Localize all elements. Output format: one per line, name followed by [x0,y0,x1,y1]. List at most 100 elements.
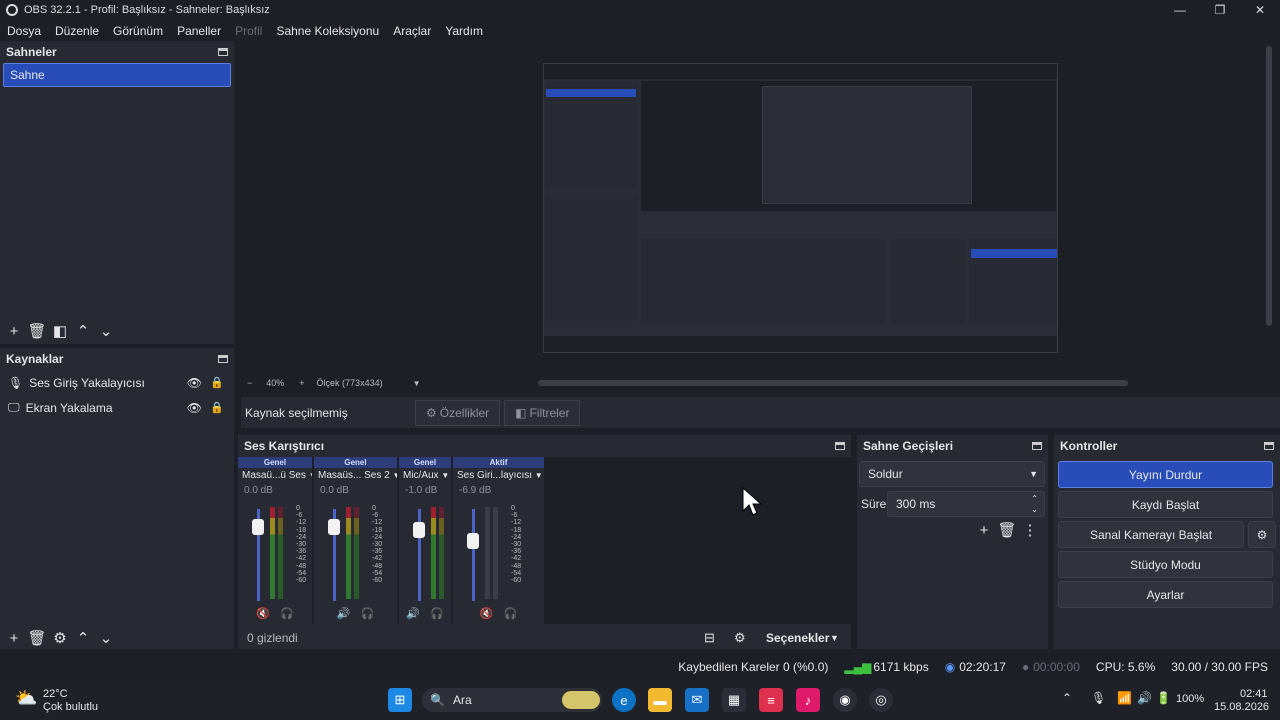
options-button[interactable]: Seçenekler [766,631,829,645]
chevron-down-icon[interactable]: ▼ [392,471,397,480]
source-item-screen-capture[interactable]: 🖵 Ekran Yakalama 👁 🔒 [0,395,234,420]
menu-araclar[interactable]: Araçlar [393,24,431,38]
volume-fader-knob[interactable] [413,521,425,538]
filters-button[interactable]: ◧ Filtreler [504,399,581,426]
remove-transition-button[interactable]: 🗑 [996,519,1018,541]
zoom-in-button[interactable]: + [299,378,304,388]
minimize-button[interactable]: — [1160,0,1200,20]
microphone-tray-icon[interactable]: 🎙 [1091,691,1106,705]
menu-dosya[interactable]: Dosya [7,24,41,38]
menu-sahne-koleksiyonu[interactable]: Sahne Koleksiyonu [276,24,379,38]
obs-taskbar-icon[interactable]: ◎ [869,688,893,712]
taskbar-search-box[interactable]: 🔍 Ara [422,688,602,712]
chevron-down-icon[interactable]: ▼ [535,471,543,480]
outlook-icon[interactable]: ✉ [685,688,709,712]
file-explorer-icon[interactable]: ▬ [648,688,672,712]
app-icon[interactable]: ≡ [759,688,783,712]
volume-fader-track[interactable] [472,509,475,601]
monitor-headphone-icon[interactable]: 🎧 [430,607,444,620]
channel-name[interactable]: Masaüs... Ses 2 ▼ [314,468,397,484]
scene-item[interactable]: Sahne [3,63,231,87]
source-properties-gear-icon[interactable]: ⚙ [49,627,71,649]
wifi-icon[interactable]: 📶 [1117,691,1132,705]
channel-name[interactable]: Ses Giri...layıcısı ▼ [453,468,544,484]
chevron-down-icon[interactable]: ▼ [441,471,449,480]
speaker-icon[interactable]: 🔊 [337,607,351,620]
duration-spinbox[interactable]: 300 ms ⌃ ⌄ [887,491,1045,517]
chrome-icon[interactable]: ◉ [833,688,857,712]
channel-name[interactable]: Mic/Aux ▼ [399,468,451,484]
settings-button[interactable]: Ayarlar [1058,581,1273,608]
remove-source-button[interactable]: 🗑 [26,627,48,649]
menu-yardim[interactable]: Yardım [445,24,483,38]
stepper-icon[interactable]: ⌃ ⌄ [1031,493,1038,515]
channel-name[interactable]: Masaü...ü Ses ▼ [238,468,312,484]
undock-icon[interactable] [1264,442,1274,450]
virtual-camera-settings-gear-icon[interactable]: ⚙ [1248,521,1276,548]
menu-profil[interactable]: Profil [235,24,262,38]
studio-mode-button[interactable]: Stüdyo Modu [1058,551,1273,578]
options-chevron-icon[interactable]: ▼ [830,633,839,643]
monitor-headphone-icon[interactable]: 🎧 [361,607,375,620]
properties-button[interactable]: ⚙ Özellikler [415,399,501,426]
volume-fader-knob[interactable] [252,518,264,535]
close-button[interactable]: ✕ [1240,0,1280,20]
add-scene-button[interactable]: + [3,320,25,342]
remove-scene-button[interactable]: 🗑 [26,320,48,342]
zoom-out-button[interactable]: − [247,378,252,388]
undock-icon[interactable] [218,48,228,56]
monitor-headphone-icon[interactable]: 🎧 [504,607,518,620]
start-record-button[interactable]: Kaydı Başlat [1058,491,1273,518]
stop-stream-button[interactable]: Yayını Durdur [1058,461,1273,488]
start-virtual-camera-button[interactable]: Sanal Kamerayı Başlat [1058,521,1244,548]
visibility-eye-icon[interactable]: 👁 [187,401,202,415]
weather-cloud-icon[interactable]: ⛅ [15,688,37,709]
volume-icon[interactable]: 🔊 [1137,691,1152,705]
layout-toggle-icon[interactable]: ⊟ [704,630,715,646]
monitor-headphone-icon[interactable]: 🎧 [280,607,294,620]
muted-speaker-icon[interactable]: 🔇 [480,607,494,620]
transition-type-select[interactable]: Soldur ▼ [859,461,1045,487]
battery-icon[interactable]: 🔋 [1156,691,1171,705]
undock-icon[interactable] [218,355,228,363]
lock-icon[interactable]: 🔒 [210,401,224,414]
move-up-button[interactable]: ⌃ [72,320,94,342]
preview-horizontal-scrollbar[interactable] [538,380,1128,386]
muted-speaker-icon[interactable]: 🔇 [256,607,270,620]
maximize-button[interactable]: ❐ [1200,0,1240,20]
transitions-title: Sahne Geçişleri [863,439,954,453]
undock-icon[interactable] [835,442,845,450]
advanced-audio-gear-icon[interactable]: ⚙ [734,630,746,646]
speaker-icon[interactable]: 🔊 [406,607,420,620]
zoom-level: 40% [266,378,285,388]
move-up-button[interactable]: ⌃ [72,627,94,649]
undock-icon[interactable] [1032,442,1042,450]
meter-tick-label: -12 [372,519,383,527]
preview-vertical-scrollbar[interactable] [1266,46,1272,326]
add-source-button[interactable]: + [3,627,25,649]
visibility-eye-icon[interactable]: 👁 [187,376,202,390]
tray-chevron-up-icon[interactable]: ⌃ [1062,691,1072,705]
move-down-button[interactable]: ⌄ [95,627,117,649]
volume-fader-knob[interactable] [467,532,479,549]
transition-type-value: Soldur [868,467,903,481]
chevron-down-icon[interactable]: ▼ [309,471,312,480]
move-down-button[interactable]: ⌄ [95,320,117,342]
bitrate: 6171 kbps [873,660,929,674]
meter-tick-label: -30 [511,541,522,549]
menu-paneller[interactable]: Paneller [177,24,221,38]
source-item-audio-input[interactable]: 🎙 Ses Giriş Yakalayıcısı 👁 🔒 [0,370,234,395]
scene-filters-button[interactable]: ◧ [49,320,71,342]
menu-gorunum[interactable]: Görünüm [113,24,163,38]
transition-menu-icon[interactable]: ⋮ [1019,519,1041,541]
volume-fader-knob[interactable] [328,518,340,535]
add-transition-button[interactable]: + [973,519,995,541]
store-icon[interactable]: ▦ [722,688,746,712]
edge-browser-icon[interactable]: e [612,688,636,712]
tiktok-icon[interactable]: ♪ [796,688,820,712]
windows-start-icon[interactable]: ⊞ [388,688,412,712]
lock-icon[interactable]: 🔒 [210,376,224,389]
menu-duzenle[interactable]: Düzenle [55,24,99,38]
preview-canvas[interactable] [241,41,1272,375]
scale-dropdown-chevron-icon[interactable]: ▼ [413,379,421,388]
